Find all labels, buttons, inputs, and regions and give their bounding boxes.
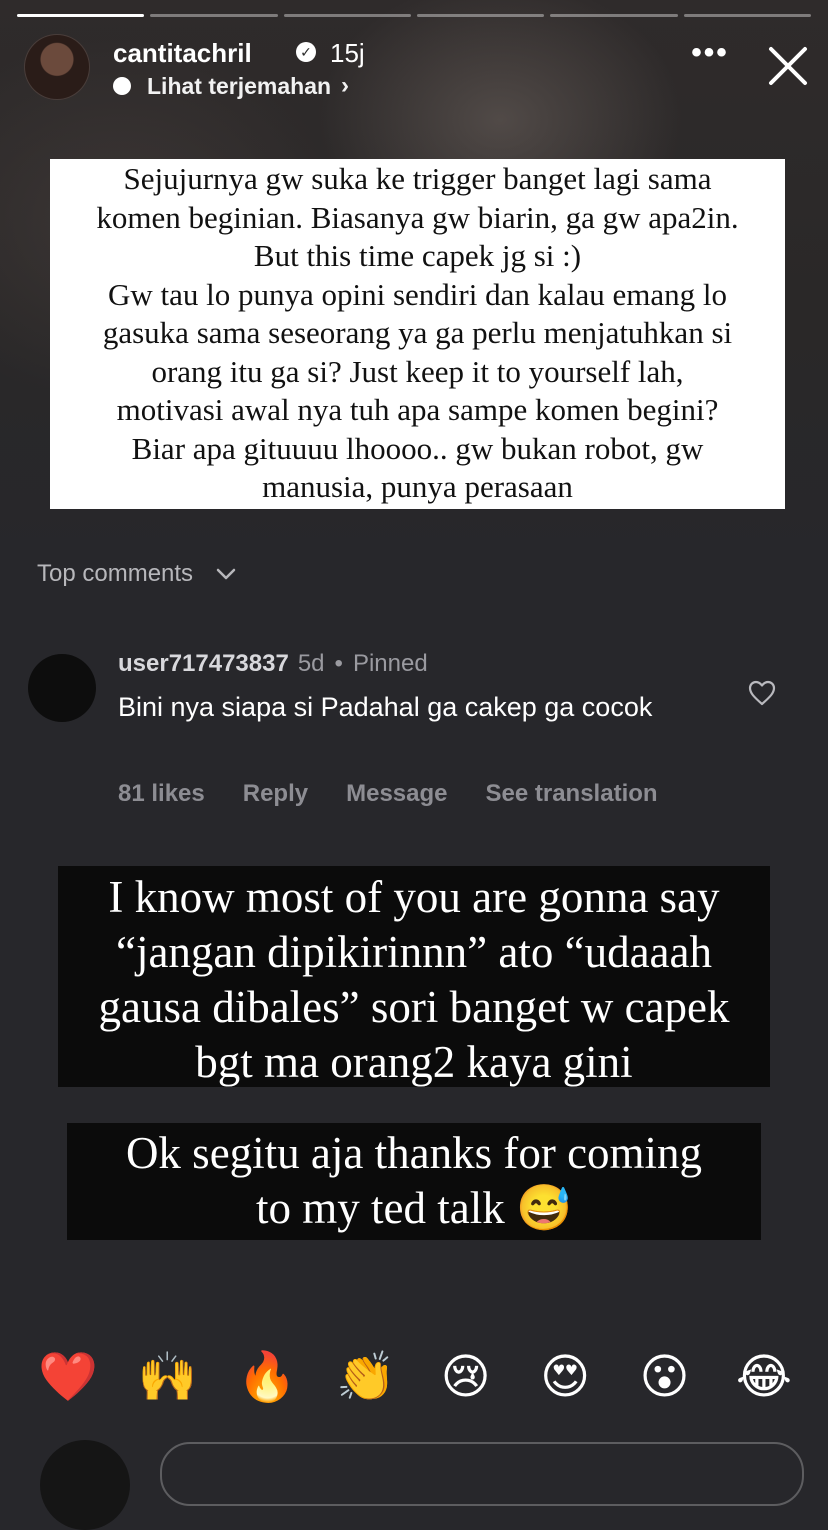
translate-label: Lihat terjemahan [147,72,332,99]
comment-separator: • [334,650,343,677]
message-button[interactable]: Message [346,780,447,808]
story-time: 15j [330,38,365,68]
reply-input[interactable] [160,1442,804,1506]
top-comments-dropdown[interactable]: Top comments [37,560,237,588]
reaction-heart-button[interactable]: ❤️ [36,1345,100,1409]
progress-fill [17,14,145,17]
reaction-laughing-button[interactable]: 😂 [732,1345,796,1409]
story-text-line: orang itu ga si? Just keep it to yoursel… [151,353,684,389]
story-progress-bar [17,14,811,18]
comment-actions: 81 likes Reply Message See translation [118,780,696,808]
heart-icon[interactable] [748,680,776,706]
reaction-clap-button[interactable]: 👏 [334,1345,398,1409]
comment-time: 5d [297,650,325,677]
reaction-fire-button[interactable]: 🔥 [235,1345,299,1409]
translate-icon [113,77,131,95]
reaction-raised-hands-button[interactable]: 🙌 [135,1345,199,1409]
comment-avatar[interactable] [28,654,96,722]
close-icon[interactable] [766,44,810,88]
story-text-card-dark: I know most of you are gonna say “jangan… [58,866,770,1087]
translate-link[interactable]: Lihat terjemahan › [113,72,349,100]
story-text-card: Sejujurnya gw suka ke trigger banget lag… [50,159,785,509]
story-header: cantitachril ✓ 15j Lihat terjemahan › ••… [24,34,814,104]
story-text-line: komen beginian. Biasanya gw biarin, ga g… [96,199,739,235]
see-translation-button[interactable]: See translation [486,780,658,808]
reaction-surprised-button[interactable]: 😮 [633,1345,697,1409]
comment-username[interactable]: user717473837 [118,650,289,678]
progress-segment [150,14,278,17]
comment-meta: user717473837 5d • Pinned [118,650,428,678]
progress-segment [17,14,145,17]
reply-button[interactable]: Reply [243,780,308,808]
story-text-line: “jangan dipikirinnn” ato “udaaah [115,927,712,977]
story-text-line: manusia, punya perasaan [262,469,573,504]
story-text-line: I know most of you are gonna say [108,872,720,922]
chevron-down-icon [216,568,236,580]
progress-segment [683,14,811,17]
story-text-line: But this time capek jg si :) [253,238,582,273]
progress-segment [416,14,545,17]
reaction-heart-eyes-button[interactable]: 😍 [533,1345,597,1409]
story-text-line: Ok segitu aja thanks for coming [125,1128,703,1178]
chevron-right-icon: › [341,72,350,99]
more-options-button[interactable]: ••• [690,38,730,74]
likes-count[interactable]: 81 likes [118,780,205,808]
story-text-line: bgt ma orang2 kaya gini [195,1037,633,1087]
quick-reactions-bar: ❤️ 🙌 🔥 👏 😢 😍 😮 😂 [36,1345,796,1409]
reaction-crying-button[interactable]: 😢 [434,1345,498,1409]
story-text-line: gausa dibales” sori banget w capek [98,982,730,1032]
progress-segment [550,14,678,17]
story-username[interactable]: cantitachril [113,38,252,69]
pinned-label: Pinned [352,650,428,677]
story-text-line: gasuka sama seseorang ya ga perlu menjat… [102,315,733,350]
story-text-line: motivasi awal nya tuh apa sampe komen be… [116,392,719,427]
verified-check-icon: ✓ [296,42,316,62]
story-text-line: to my ted talk 😅 [256,1183,572,1233]
viewer-avatar [40,1440,130,1530]
profile-avatar[interactable] [24,34,90,100]
story-text-line: Sejujurnya gw suka ke trigger banget lag… [123,161,712,196]
story-text-line: Gw tau lo punya opini sendiri dan kalau … [107,276,727,312]
story-text-card-dark-2: Ok segitu aja thanks for coming to my te… [67,1123,761,1240]
story-text-line: Biar apa gituuuu lhoooo.. gw bukan robot… [131,430,704,466]
progress-segment [283,14,411,17]
comment-text: Bini nya siapa si Padahal ga cakep ga co… [118,692,653,722]
top-comments-label: Top comments [37,560,194,587]
